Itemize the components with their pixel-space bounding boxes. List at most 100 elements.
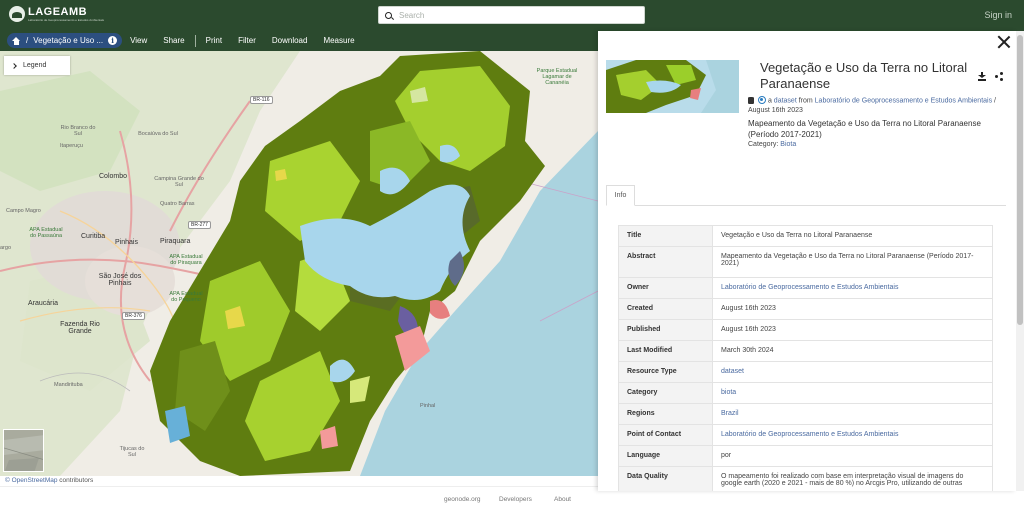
map-label-piraquara: Piraquara bbox=[160, 238, 191, 245]
logo[interactable]: LAGEAMB Laboratório de Geoprocessamento … bbox=[9, 6, 104, 22]
tab-info[interactable]: Info bbox=[606, 185, 635, 206]
row-value-link[interactable]: Brazil bbox=[712, 403, 993, 425]
row-value-link[interactable]: biota bbox=[712, 382, 993, 404]
map-label-campo-magro: Campo Magro bbox=[6, 208, 41, 214]
toolbar-view[interactable]: View bbox=[122, 36, 155, 45]
breadcrumb-separator: / bbox=[26, 36, 29, 45]
row-key: Owner bbox=[618, 277, 713, 299]
row-value-link[interactable]: Laboratório de Geoprocessamento e Estudo… bbox=[712, 277, 993, 299]
panel-scrollbar[interactable] bbox=[1016, 31, 1024, 491]
table-row: Category biota bbox=[618, 382, 993, 404]
table-row: Abstract Mapeamento da Vegetação e Uso d… bbox=[618, 246, 993, 278]
search-input[interactable] bbox=[399, 10, 629, 20]
search-icon bbox=[385, 11, 392, 19]
map-label-lagamar: Parque Estadual Lagamar de Cananéia bbox=[536, 68, 578, 86]
logo-icon bbox=[9, 6, 25, 22]
row-key: Last Modified bbox=[618, 340, 713, 362]
road-shield: BR-277 bbox=[188, 221, 211, 229]
detail-tabs: Info bbox=[606, 185, 1006, 206]
category-label: Category: bbox=[748, 141, 781, 148]
row-key: Language bbox=[618, 445, 713, 467]
basemap-switcher[interactable] bbox=[3, 429, 44, 472]
info-table: Title Vegetação e Uso da Terra no Litora… bbox=[618, 225, 993, 491]
row-key: Category bbox=[618, 382, 713, 404]
footer-link-geonode[interactable]: geonode.org bbox=[444, 496, 481, 503]
row-key: Data Quality bbox=[618, 466, 713, 491]
map-label-campina-grande: Campina Grande do Sul bbox=[154, 176, 204, 188]
resource-type-link[interactable]: dataset bbox=[774, 98, 797, 105]
owner-link[interactable]: Laboratório de Geoprocessamento e Estudo… bbox=[815, 98, 992, 105]
legend-label: Legend bbox=[23, 62, 47, 69]
resource-abstract: Mapeamento da Vegetação e Uso da Terra n… bbox=[748, 119, 981, 139]
download-icon[interactable] bbox=[978, 72, 986, 81]
map-label-bocaiuva: Bocaiúva do Sul bbox=[138, 131, 178, 137]
map-label-itaperucu: Itaperuçu bbox=[60, 143, 83, 149]
share-icon[interactable] bbox=[995, 72, 1003, 81]
row-key: Point of Contact bbox=[618, 424, 713, 446]
table-row: Published August 16th 2023 bbox=[618, 319, 993, 341]
toolbar-filter[interactable]: Filter bbox=[230, 36, 264, 45]
table-row: Regions Brazil bbox=[618, 403, 993, 425]
row-key: Abstract bbox=[618, 246, 713, 278]
resource-meta: a dataset from Laboratório de Geoprocess… bbox=[748, 96, 1010, 116]
map-label-araucaria: Araucária bbox=[28, 300, 58, 307]
row-value-link[interactable]: dataset bbox=[712, 361, 993, 383]
map-canvas[interactable]: Colombo Curitiba Pinhais Piraquara São J… bbox=[0, 51, 598, 476]
scrollbar-thumb[interactable] bbox=[1017, 35, 1023, 325]
logo-name: LAGEAMB bbox=[28, 5, 88, 18]
osm-attribution-link[interactable]: © OpenStreetMap bbox=[5, 477, 57, 484]
row-key: Title bbox=[618, 225, 713, 247]
map-attribution: © OpenStreetMap contributors bbox=[0, 476, 598, 486]
search-box[interactable] bbox=[378, 6, 645, 24]
toolbar-share[interactable]: Share bbox=[155, 36, 192, 45]
top-header: LAGEAMB Laboratório de Geoprocessamento … bbox=[0, 0, 1024, 30]
attribution-suffix: contributors bbox=[57, 477, 94, 484]
footer-link-developers[interactable]: Developers bbox=[499, 496, 532, 503]
row-value: Vegetação e Uso da Terra no Litoral Para… bbox=[712, 225, 993, 247]
map-label-mandirituba: Mandirituba bbox=[54, 382, 83, 388]
table-row: Owner Laboratório de Geoprocessamento e … bbox=[618, 277, 993, 299]
table-row: Resource Type dataset bbox=[618, 361, 993, 383]
toolbar-measure[interactable]: Measure bbox=[315, 36, 362, 45]
map-label-colombo: Colombo bbox=[99, 173, 128, 180]
legend-toggle[interactable]: Legend bbox=[4, 56, 70, 75]
map-label-largo: argo bbox=[0, 245, 12, 251]
resource-thumbnail bbox=[606, 60, 739, 113]
table-row: Last Modified March 30th 2024 bbox=[618, 340, 993, 362]
logo-subtitle: Laboratório de Geoprocessamento e Estudo… bbox=[28, 17, 105, 22]
row-value: por bbox=[712, 445, 993, 467]
map-label-fazenda-rio-grande: Fazenda Rio Grande bbox=[60, 321, 100, 335]
signin-link[interactable]: Sign in bbox=[984, 10, 1012, 20]
toolbar-download[interactable]: Download bbox=[264, 36, 316, 45]
footer-link-about[interactable]: About bbox=[554, 496, 571, 503]
map-label-sao-jose: São José dos Pinhais bbox=[98, 273, 142, 287]
road-shield: BR-116 bbox=[250, 96, 273, 104]
thumbnail-graphics bbox=[606, 60, 739, 113]
toolbar-divider bbox=[194, 34, 196, 47]
road-shield: BR-376 bbox=[122, 312, 145, 320]
row-value: March 30th 2024 bbox=[712, 340, 993, 362]
home-icon[interactable] bbox=[12, 36, 21, 45]
info-icon[interactable]: i bbox=[108, 36, 118, 45]
table-row: Language por bbox=[618, 445, 993, 467]
table-row: Created August 16th 2023 bbox=[618, 298, 993, 320]
close-icon[interactable] bbox=[997, 35, 1011, 49]
basemap-thumbnail bbox=[4, 430, 43, 471]
map-label-pinhais: Pinhais bbox=[115, 239, 138, 246]
map-label-apa-pequeno: APA Estadual do Pequeno bbox=[169, 291, 203, 303]
category-link[interactable]: Biota bbox=[780, 141, 796, 148]
resource-category: Category: Biota bbox=[748, 141, 796, 148]
dataset-type-icon bbox=[757, 96, 766, 104]
row-value: Mapeamento da Vegetação e Uso da Terra n… bbox=[712, 246, 993, 278]
table-row: Data Quality O mapeamento foi realizado … bbox=[618, 466, 993, 491]
map-label-curitiba: Curitiba bbox=[81, 233, 106, 240]
row-value: August 16th 2023 bbox=[712, 319, 993, 341]
breadcrumb[interactable]: / Vegetação e Uso ... i bbox=[7, 33, 123, 48]
toolbar-print[interactable]: Print bbox=[198, 36, 230, 45]
row-value: O mapeamento foi realizado com base em i… bbox=[712, 466, 993, 491]
map-graphics bbox=[0, 51, 598, 476]
breadcrumb-dataset-label[interactable]: Vegetação e Uso ... bbox=[33, 36, 103, 45]
map-label-quatro-barras: Quatro Barras bbox=[160, 201, 195, 207]
resource-detail-panel: Vegetação e Uso da Terra no Litoral Para… bbox=[598, 31, 1016, 491]
row-value-link[interactable]: Laboratório de Geoprocessamento e Estudo… bbox=[712, 424, 993, 446]
